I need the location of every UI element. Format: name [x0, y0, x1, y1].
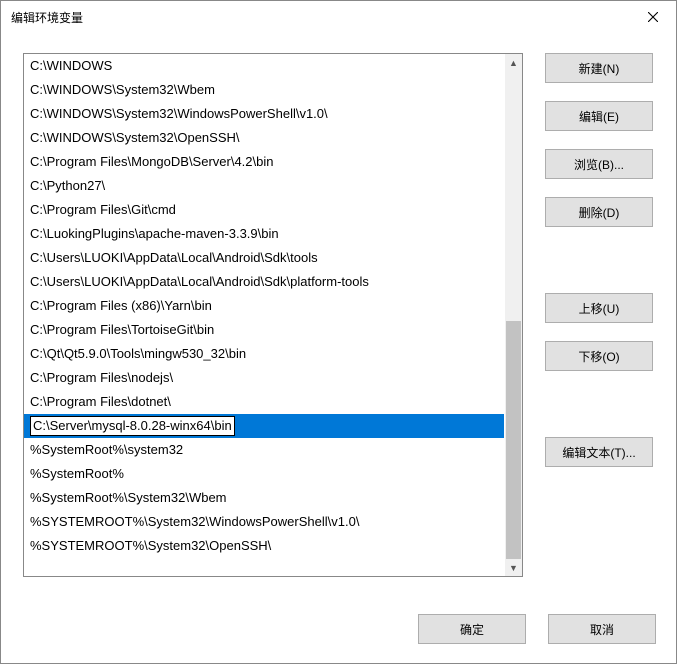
list-item[interactable]: C:\WINDOWS\System32\WindowsPowerShell\v1… [24, 102, 504, 126]
scroll-up-arrow-icon[interactable]: ▲ [505, 54, 522, 71]
edit-button[interactable]: 编辑(E) [545, 101, 653, 131]
window-title: 编辑环境变量 [11, 9, 83, 26]
delete-button[interactable]: 删除(D) [545, 197, 653, 227]
close-button[interactable] [630, 1, 676, 33]
new-button[interactable]: 新建(N) [545, 53, 653, 83]
main-area: C:\WINDOWSC:\WINDOWS\System32\WbemC:\WIN… [1, 33, 676, 595]
list-item[interactable]: C:\WINDOWS [24, 54, 504, 78]
env-var-edit-dialog: 编辑环境变量 C:\WINDOWSC:\WINDOWS\System32\Wbe… [0, 0, 677, 664]
list-item[interactable]: C:\Users\LUOKI\AppData\Local\Android\Sdk… [24, 270, 504, 294]
close-icon [648, 12, 658, 22]
list-item[interactable]: C:\Program Files\Git\cmd [24, 198, 504, 222]
list-item[interactable]: C:\WINDOWS\System32\OpenSSH\ [24, 126, 504, 150]
list-item[interactable]: C:\Program Files (x86)\Yarn\bin [24, 294, 504, 318]
scroll-thumb[interactable] [506, 321, 521, 559]
scroll-track[interactable] [505, 71, 522, 559]
list-item[interactable]: C:\Python27\ [24, 174, 504, 198]
button-column: 新建(N) 编辑(E) 浏览(B)... 删除(D) 上移(U) 下移(O) 编… [545, 53, 653, 595]
list-item[interactable]: C:\Program Files\MongoDB\Server\4.2\bin [24, 150, 504, 174]
move-down-button[interactable]: 下移(O) [545, 341, 653, 371]
list-item[interactable]: %SystemRoot%\system32 [24, 438, 504, 462]
dialog-body: C:\WINDOWSC:\WINDOWS\System32\WbemC:\WIN… [1, 33, 676, 663]
list-item[interactable]: C:\WINDOWS\System32\Wbem [24, 78, 504, 102]
move-up-button[interactable]: 上移(U) [545, 293, 653, 323]
list-item[interactable]: %SystemRoot% [24, 462, 504, 486]
list-item[interactable]: %SYSTEMROOT%\System32\WindowsPowerShell\… [24, 510, 504, 534]
path-listbox[interactable]: C:\WINDOWSC:\WINDOWS\System32\WbemC:\WIN… [23, 53, 523, 577]
list-item[interactable]: %SystemRoot%\System32\Wbem [24, 486, 504, 510]
list-item[interactable]: C:\Program Files\TortoiseGit\bin [24, 318, 504, 342]
inline-edit-input[interactable]: C:\Server\mysql-8.0.28-winx64\bin [30, 416, 235, 436]
scroll-down-arrow-icon[interactable]: ▼ [505, 559, 522, 576]
browse-button[interactable]: 浏览(B)... [545, 149, 653, 179]
list-item[interactable]: C:\Server\mysql-8.0.28-winx64\bin [24, 414, 504, 438]
vertical-scrollbar[interactable]: ▲ ▼ [505, 54, 522, 576]
titlebar: 编辑环境变量 [1, 1, 676, 33]
list-item[interactable]: C:\Users\LUOKI\AppData\Local\Android\Sdk… [24, 246, 504, 270]
ok-button[interactable]: 确定 [418, 614, 526, 644]
edit-text-button[interactable]: 编辑文本(T)... [545, 437, 653, 467]
list-item[interactable]: C:\Program Files\dotnet\ [24, 390, 504, 414]
list-item[interactable]: C:\Qt\Qt5.9.0\Tools\mingw530_32\bin [24, 342, 504, 366]
dialog-footer: 确定 取消 [1, 595, 676, 663]
cancel-button[interactable]: 取消 [548, 614, 656, 644]
list-item[interactable]: C:\Program Files\nodejs\ [24, 366, 504, 390]
list-item[interactable]: %SYSTEMROOT%\System32\OpenSSH\ [24, 534, 504, 558]
list-item[interactable]: C:\LuokingPlugins\apache-maven-3.3.9\bin [24, 222, 504, 246]
